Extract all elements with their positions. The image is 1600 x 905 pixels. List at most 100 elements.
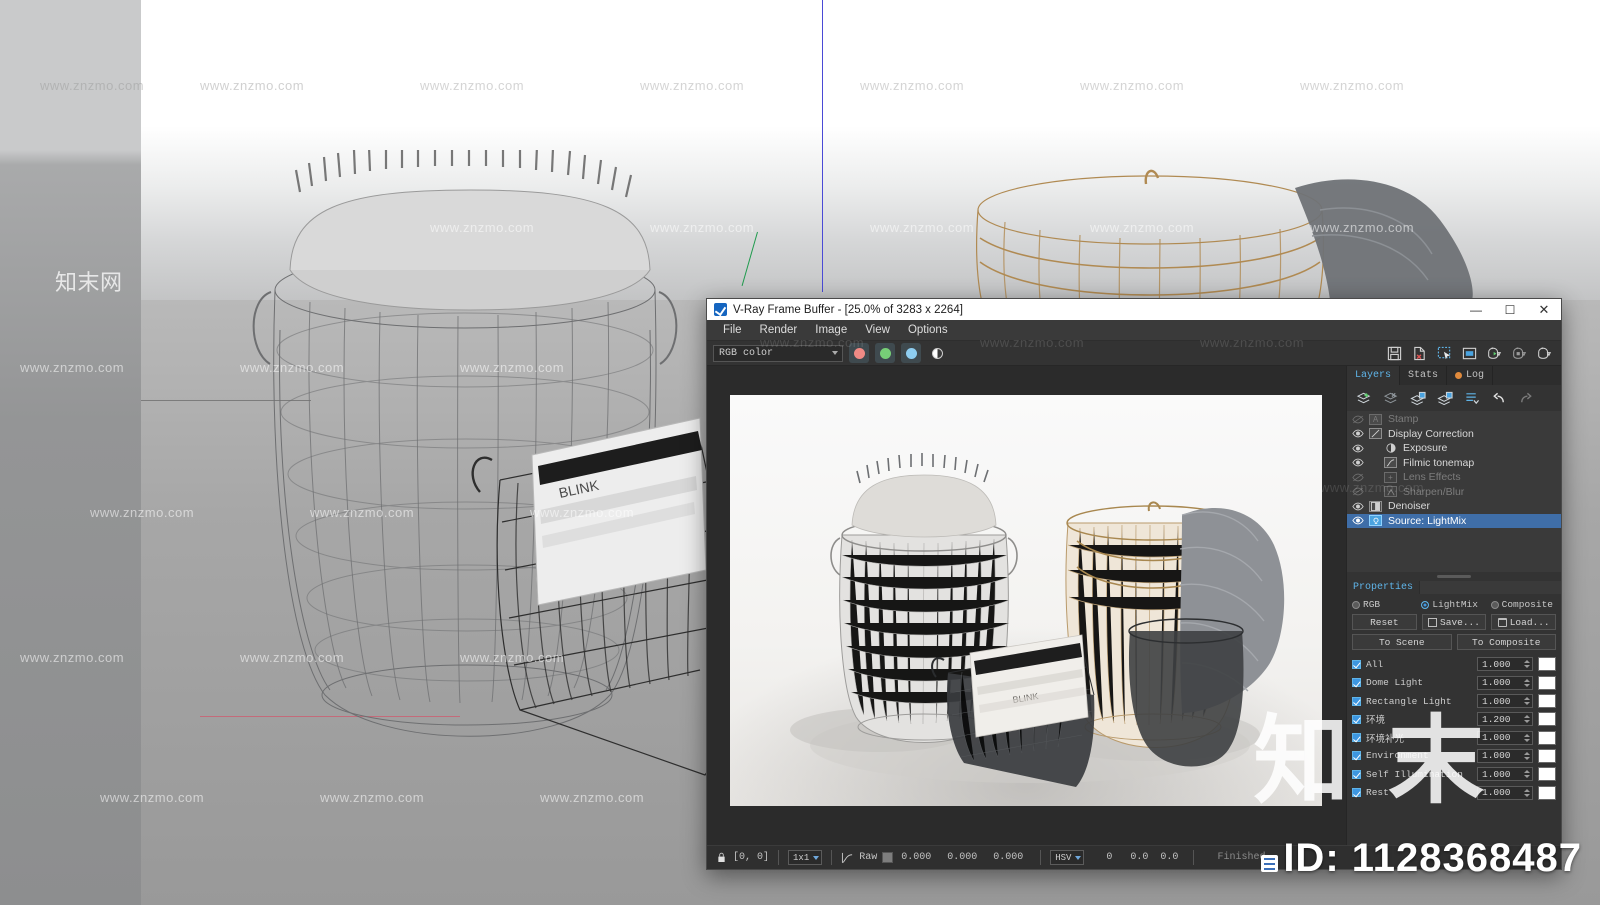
minimize-button[interactable]: —	[1459, 299, 1493, 320]
light-intensity-stepper[interactable]: 1.000	[1477, 657, 1533, 672]
stop-render-button[interactable]	[1508, 343, 1530, 363]
layer-row-stamp[interactable]: A Stamp	[1347, 412, 1561, 427]
light-enable-checkbox[interactable]	[1352, 769, 1361, 779]
to-scene-button[interactable]: To Scene	[1352, 634, 1452, 651]
light-intensity-stepper[interactable]: 1.200	[1477, 712, 1533, 727]
eye-off-icon[interactable]	[1351, 473, 1365, 482]
eye-icon[interactable]	[1351, 458, 1365, 467]
light-enable-checkbox[interactable]	[1352, 714, 1361, 724]
layer-row-sharpen-blur[interactable]: Sharpen/Blur	[1347, 485, 1561, 500]
stepper-arrows-icon[interactable]	[1524, 678, 1530, 687]
color-mode-select[interactable]: HSV	[1050, 850, 1085, 865]
lightmix-file-buttons[interactable]: Reset Save... Load...	[1352, 614, 1557, 631]
statusbar[interactable]: [0, 0] 1x1 Raw 0.000 0.000 0.000 HSV 0 0…	[707, 845, 1561, 869]
light-intensity-stepper[interactable]: 1.000	[1477, 748, 1533, 763]
light-row-dome-light[interactable]: Dome Light 1.000	[1352, 675, 1556, 691]
light-intensity-stepper[interactable]: 1.000	[1477, 694, 1533, 709]
layer-row-filmic-tonemap[interactable]: Filmic tonemap	[1347, 456, 1561, 471]
light-color-swatch[interactable]	[1538, 748, 1556, 763]
light-enable-checkbox[interactable]	[1352, 678, 1361, 688]
reset-button[interactable]: Reset	[1352, 614, 1417, 631]
light-intensity-stepper[interactable]: 1.000	[1477, 767, 1533, 782]
light-intensity-stepper[interactable]: 1.000	[1477, 730, 1533, 745]
load-layer-button[interactable]	[1433, 387, 1457, 409]
render-button[interactable]	[1533, 343, 1555, 363]
mode-radio-composite[interactable]: Composite	[1490, 599, 1556, 610]
layer-row-lens-effects[interactable]: + Lens Effects	[1347, 470, 1561, 485]
add-layer-button[interactable]	[1352, 387, 1376, 409]
zoom-region-select[interactable]: 1x1	[788, 850, 823, 865]
light-enable-checkbox[interactable]	[1352, 751, 1361, 761]
light-color-swatch[interactable]	[1538, 675, 1556, 690]
panel-tabs[interactable]: Layers Stats Log	[1347, 366, 1561, 385]
channel-select[interactable]: RGB color	[713, 344, 843, 362]
maximize-button[interactable]: ☐	[1493, 299, 1527, 320]
duplicate-layer-button[interactable]	[1406, 387, 1430, 409]
main-toolbar[interactable]: RGB color	[707, 341, 1561, 366]
light-color-swatch[interactable]	[1538, 730, 1556, 745]
light-enable-checkbox[interactable]	[1352, 788, 1361, 798]
stepper-arrows-icon[interactable]	[1524, 697, 1530, 706]
lightmix-apply-buttons[interactable]: To Scene To Composite	[1352, 634, 1556, 651]
menubar[interactable]: File Render Image View Options	[707, 320, 1561, 341]
layers-list[interactable]: A Stamp Display Correction Exposure Film…	[1347, 411, 1561, 528]
layers-empty-area[interactable]	[1347, 528, 1561, 573]
light-color-swatch[interactable]	[1538, 785, 1556, 800]
layers-toolbar[interactable]	[1347, 385, 1561, 411]
layer-row-display-correction[interactable]: Display Correction	[1347, 427, 1561, 442]
layer-row-source-lightmix[interactable]: Source: LightMix	[1347, 513, 1561, 528]
color-swatch[interactable]	[882, 852, 894, 863]
layer-row-denoiser[interactable]: Denoiser	[1347, 499, 1561, 514]
eye-icon[interactable]	[1351, 502, 1365, 511]
light-color-swatch[interactable]	[1538, 767, 1556, 782]
eye-off-icon[interactable]	[1351, 487, 1365, 496]
save-button[interactable]: Save...	[1421, 614, 1487, 631]
show-vfb-frame-button[interactable]	[1458, 343, 1480, 363]
properties-body[interactable]: RGB LightMix Composite Reset Save... Loa…	[1347, 595, 1561, 846]
layer-row-exposure[interactable]: Exposure	[1347, 441, 1561, 456]
curve-icon[interactable]	[841, 852, 854, 864]
light-row-huanjing[interactable]: 环境 1.200	[1352, 711, 1556, 727]
menu-image[interactable]: Image	[807, 322, 855, 338]
tab-stats[interactable]: Stats	[1400, 366, 1448, 385]
blue-channel-toggle[interactable]	[901, 343, 921, 363]
lightmix-light-list[interactable]: All 1.000 Dome Light 1.000 Rectangle Lig…	[1352, 656, 1556, 800]
light-enable-checkbox[interactable]	[1352, 696, 1361, 706]
light-color-swatch[interactable]	[1538, 712, 1556, 727]
lock-icon[interactable]	[717, 852, 726, 863]
stepper-arrows-icon[interactable]	[1524, 733, 1530, 742]
menu-view[interactable]: View	[857, 322, 898, 338]
eye-icon[interactable]	[1351, 516, 1365, 525]
light-row-environment[interactable]: Environment 1.000	[1352, 748, 1556, 764]
green-channel-toggle[interactable]	[875, 343, 895, 363]
mode-radio-rgb[interactable]: RGB	[1352, 599, 1417, 610]
save-image-button[interactable]	[1383, 343, 1405, 363]
mode-radio-lightmix[interactable]: LightMix	[1421, 599, 1486, 610]
right-panel[interactable]: Layers Stats Log A Stamp Display Correct…	[1346, 366, 1561, 846]
layer-list-button[interactable]	[1460, 387, 1484, 409]
light-color-swatch[interactable]	[1538, 657, 1556, 672]
render-last-button[interactable]	[1483, 343, 1505, 363]
eye-icon[interactable]	[1351, 444, 1365, 453]
delete-layer-button[interactable]	[1379, 387, 1403, 409]
tab-layers[interactable]: Layers	[1347, 366, 1401, 385]
panel-splitter[interactable]	[1347, 572, 1561, 581]
stepper-arrows-icon[interactable]	[1524, 715, 1530, 724]
light-row-rest[interactable]: Rest 1.000	[1352, 785, 1556, 801]
mode-radio-group[interactable]: RGB LightMix Composite	[1352, 599, 1556, 610]
alpha-channel-toggle[interactable]	[927, 343, 947, 363]
menu-render[interactable]: Render	[752, 322, 806, 338]
light-enable-checkbox[interactable]	[1352, 659, 1361, 669]
redo-button[interactable]	[1514, 387, 1538, 409]
light-row-self-illumination[interactable]: Self Illumination 1.000	[1352, 766, 1556, 782]
eye-off-icon[interactable]	[1351, 415, 1365, 424]
light-enable-checkbox[interactable]	[1352, 733, 1361, 743]
light-row-huanjing-buguang[interactable]: 环境补光 1.000	[1352, 730, 1556, 746]
save-failed-image-button[interactable]	[1408, 343, 1430, 363]
stepper-arrows-icon[interactable]	[1524, 751, 1530, 760]
eye-icon[interactable]	[1351, 429, 1365, 438]
vray-frame-buffer-window[interactable]: V-Ray Frame Buffer - [25.0% of 3283 x 22…	[706, 298, 1562, 870]
light-row-rectangle-light[interactable]: Rectangle Light 1.000	[1352, 693, 1556, 709]
close-button[interactable]: ✕	[1527, 299, 1561, 320]
render-canvas[interactable]: BLINK	[707, 366, 1346, 845]
